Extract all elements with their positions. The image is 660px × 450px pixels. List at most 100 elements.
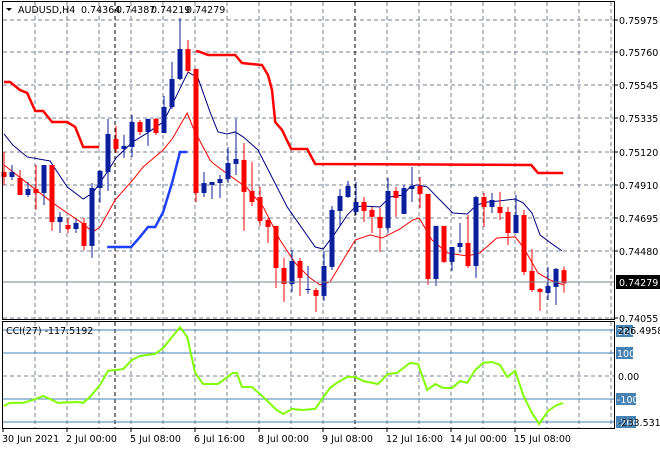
bull-candle [201,183,207,193]
cci-title: CCI(27) -117.5192 [6,326,93,337]
bull-candle [57,216,63,223]
price-tick-label: 0.75545 [619,81,658,92]
bull-candle [513,215,519,234]
bull-candle [321,265,327,296]
time-tick-label: 8 Jul 00:00 [258,434,309,445]
time-axis: 30 Jun 2021 2 Jul 00:00 5 Jul 08:00 6 Jul 1… [2,428,571,445]
bull-candle [129,122,135,148]
bull-candle [289,260,295,284]
bull-candle [233,158,239,164]
bull-candle [9,172,15,177]
bear-candle [33,188,39,193]
price-tick-label: 0.74480 [619,247,658,258]
bull-candle [169,79,175,107]
bear-candle [369,209,375,217]
bear-candle [505,211,511,234]
bull-candle [457,242,463,248]
bull-candle [329,209,335,267]
bull-candle [353,201,359,212]
bear-candle [313,290,319,296]
bear-candle [393,190,399,198]
low-value: 0.74219 [151,5,190,16]
bull-candle [489,199,495,207]
bull-candle [161,106,167,134]
bear-candle [81,222,87,246]
cci-min-label: -233.531 [618,418,660,429]
price-overlays [3,49,564,286]
cci-max-label: 226.4958 [618,326,660,337]
cci-panel-frame [2,321,615,429]
bull-candle [145,118,151,132]
bear-candle [481,197,487,207]
bear-candle [137,122,143,132]
stop-lower-line [107,150,188,249]
bull-candle [209,181,215,185]
close-value: 0.74279 [186,5,225,16]
price-tick-label: 0.75760 [619,48,658,59]
bear-candle [249,190,255,202]
bear-candle [497,206,503,214]
time-tick-label: 9 Jul 08:00 [322,434,373,445]
bull-candle [345,185,351,198]
price-tick-label: 0.75120 [619,148,658,159]
bear-candle [537,288,543,292]
current-price-label: 0.74279 [619,278,658,289]
bull-candle [337,195,343,211]
bull-candle [73,222,79,230]
bear-candle [441,225,447,262]
bull-candle [385,190,391,228]
bear-candle [185,49,191,71]
time-tick-label: 12 Jul 16:00 [386,434,443,445]
chart-window: 0.75975 0.75760 0.75545 0.75335 0.75120 0.749… [0,0,660,450]
bear-candle [257,197,263,221]
bear-candle [265,220,271,227]
level-100-label: 100 [617,349,635,360]
bear-candle [425,193,431,280]
symbol-label: AUDUSD,H4 [18,5,75,16]
collapse-triangle-icon[interactable] [6,8,12,11]
chart-canvas[interactable]: 0.75975 0.75760 0.75545 0.75335 0.75120 0.749… [0,0,660,450]
bear-candle [417,185,423,194]
stop-upper-2-line [195,49,564,175]
bull-candle [89,188,95,246]
time-tick-label: 14 Jul 00:00 [450,434,507,445]
price-tick-label: 0.75335 [619,114,658,125]
bear-candle [521,215,527,273]
bear-candle [17,177,23,195]
level-0-label: 0.00 [618,372,639,383]
bull-candle [41,165,47,193]
bear-candle [65,224,71,230]
level-minus100-label: -100 [617,395,639,406]
bull-candle [449,247,455,262]
bear-candle [113,138,119,150]
bull-candle [473,197,479,266]
bull-candle [401,188,407,214]
open-value: 0.74364 [81,5,120,16]
bull-candle [545,285,551,293]
bull-candle [409,185,415,189]
bull-candle [225,163,231,180]
price-tick-label: 0.75975 [619,16,658,27]
bear-candle [529,270,535,291]
bear-candle [49,165,55,223]
bear-candle [465,242,471,266]
price-tick-label: 0.74910 [619,181,658,192]
time-tick-label: 6 Jul 16:00 [194,434,245,445]
grid [3,2,614,428]
bull-candle [217,179,223,184]
bear-candle [377,216,383,228]
stop-upper-line [4,80,100,149]
bear-candle [153,118,159,134]
bull-candle [305,288,311,291]
bear-candle [361,201,367,211]
bear-candle [561,270,567,284]
time-tick-label: 15 Jul 08:00 [514,434,571,445]
high-value: 0.74387 [116,5,155,16]
bear-candle [241,159,247,192]
bull-candle [25,188,31,195]
cci-level-labels: 200 226.4958 100 0.00 -100 -200 -233.531 [616,325,660,429]
time-tick-label: 30 Jun 2021 [2,434,59,445]
bull-candle [121,145,127,150]
bull-candle [553,268,559,287]
bull-candle [97,170,103,189]
